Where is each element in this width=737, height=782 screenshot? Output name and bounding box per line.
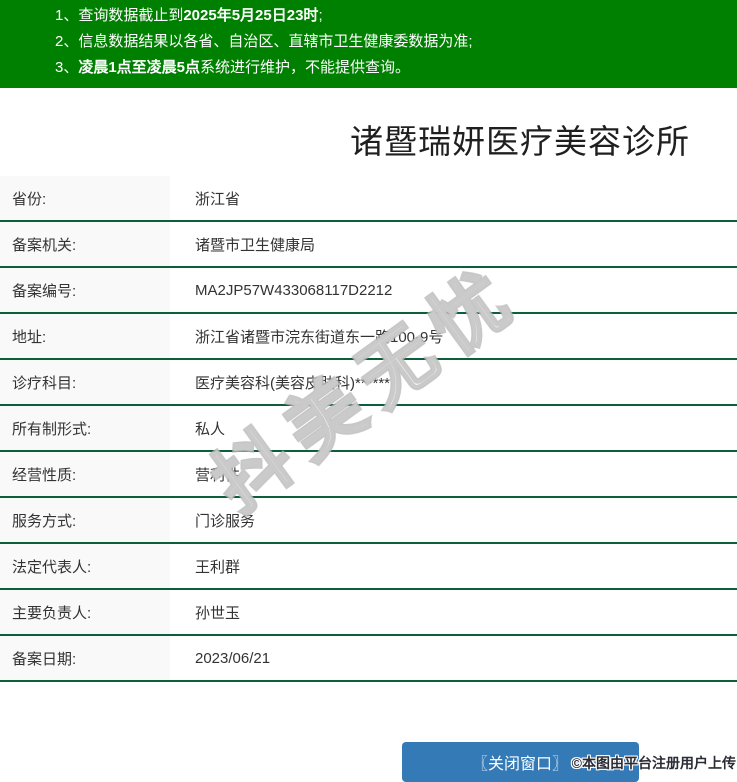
notice-line-3: 3、凌晨1点至凌晨5点系统进行维护，不能提供查询。 (55, 55, 737, 81)
row-label: 所有制形式: (0, 406, 170, 450)
row-value: 浙江省诸暨市浣东街道东一路100-9号 (195, 328, 444, 346)
notice-line-2: 2、信息数据结果以各省、自治区、直辖市卫生健康委数据为准; (55, 29, 737, 55)
row-value: 诸暨市卫生健康局 (195, 236, 316, 254)
row-value: 王利群 (195, 558, 241, 576)
row-label: 经营性质: (0, 452, 170, 496)
table-row: 地址: 浙江省诸暨市浣东街道东一路100-9号 (0, 314, 737, 360)
page-title: 诸暨瑞妍医疗美容诊所 (350, 123, 690, 160)
page: 1、查询数据截止到2025年5月25日23时; 2、信息数据结果以各省、自治区、… (0, 0, 737, 782)
detail-table: 省份: 浙江省 备案机关: 诸暨市卫生健康局 备案编号: MA2JP57W433… (0, 176, 737, 682)
notice-line-1-text: 1、查询数据截止到 (55, 7, 184, 24)
row-value: 营利性 (195, 466, 241, 484)
row-label: 省份: (0, 176, 170, 220)
table-row: 主要负责人: 孙世玉 (0, 590, 737, 636)
row-value: MA2JP57W433068117D2212 (195, 281, 393, 299)
row-label: 诊疗科目: (0, 360, 170, 404)
row-label: 法定代表人: (0, 544, 170, 588)
table-row: 所有制形式: 私人 (0, 406, 737, 452)
upload-copyright-stamp: ©本图由平台注册用户上传 (571, 755, 736, 771)
row-label: 地址: (0, 314, 170, 358)
notice-line-3-text: 3、 (55, 59, 79, 76)
row-label: 主要负责人: (0, 590, 170, 634)
table-row: 法定代表人: 王利群 (0, 544, 737, 590)
notice-banner: 1、查询数据截止到2025年5月25日23时; 2、信息数据结果以各省、自治区、… (0, 0, 737, 88)
row-label: 服务方式: (0, 498, 170, 542)
notice-line-3-post: 系统进行维护，不能提供查询。 (200, 59, 411, 76)
notice-line-3-bold: 凌晨1点至凌晨5点 (78, 59, 201, 76)
row-value: 医疗美容科(美容皮肤科)****** (195, 374, 391, 392)
table-row: 经营性质: 营利性 (0, 452, 737, 498)
notice-line-1-bold: 2025年5月25日23时 (183, 7, 319, 24)
row-label: 备案编号: (0, 268, 170, 312)
notice-line-1: 1、查询数据截止到2025年5月25日23时; (55, 3, 737, 29)
row-value: 2023/06/21 (195, 649, 271, 667)
row-label: 备案日期: (0, 636, 170, 680)
notice-line-2-text: 2、信息数据结果以各省、自治区、直辖市卫生健康委数据为准; (55, 33, 473, 50)
table-row: 备案编号: MA2JP57W433068117D2212 (0, 268, 737, 314)
row-value: 孙世玉 (195, 604, 241, 622)
table-row: 服务方式: 门诊服务 (0, 498, 737, 544)
table-row: 备案机关: 诸暨市卫生健康局 (0, 222, 737, 268)
table-row: 省份: 浙江省 (0, 176, 737, 222)
table-row: 诊疗科目: 医疗美容科(美容皮肤科)****** (0, 360, 737, 406)
table-row: 备案日期: 2023/06/21 (0, 636, 737, 682)
row-value: 门诊服务 (195, 512, 256, 530)
row-label: 备案机关: (0, 222, 170, 266)
row-value: 浙江省 (195, 190, 241, 208)
row-value: 私人 (195, 420, 226, 438)
notice-line-1-post: ; (318, 7, 323, 24)
